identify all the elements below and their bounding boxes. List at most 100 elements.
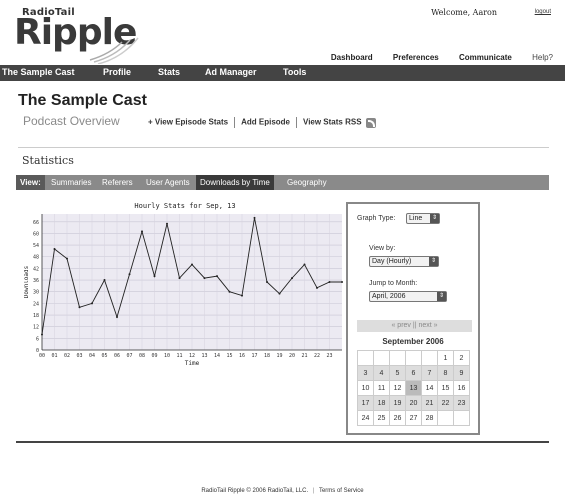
footer-company-link[interactable]: RadioTail, LLC.	[267, 488, 308, 494]
mainnav-sample-cast[interactable]: The Sample Cast	[2, 67, 75, 77]
x-axis-label: Time	[185, 360, 200, 367]
logo[interactable]: RadioTail Ripple	[14, 4, 139, 64]
topnav-dashboard[interactable]: Dashboard	[331, 53, 373, 62]
data-point	[291, 277, 293, 280]
y-axis-label: Downloads	[24, 265, 30, 298]
x-tick-label: 09	[151, 353, 157, 359]
data-point	[166, 222, 168, 225]
hourly-chart: Hourly Stats for Sep, 13 0 6 12 18 24 30 36 42 4…	[24, 202, 346, 372]
x-tick-label: 10	[164, 353, 170, 359]
x-tick-label: 17	[251, 353, 257, 359]
calendar-day[interactable]: 3	[357, 365, 374, 381]
tab-downloads-by-time[interactable]: Downloads by Time	[196, 175, 274, 190]
calendar-week: 24 25 26 27 28	[357, 410, 470, 426]
view-by-label: View by:	[369, 245, 396, 252]
chart-svg: 061218243036424854606600 01 02 03 04 05 06 07 08…	[24, 214, 343, 367]
view-stats-rss-link[interactable]: View Stats RSS	[303, 118, 362, 127]
section-title: Statistics	[22, 154, 74, 167]
page-links: + View Episode Stats Add Episode View Stat…	[148, 117, 376, 128]
calendar-day[interactable]: 2	[453, 350, 470, 366]
calendar-day[interactable]: 22	[437, 395, 454, 411]
divider	[296, 117, 297, 128]
rss-icon[interactable]	[365, 117, 376, 128]
calendar-day[interactable]: 20	[405, 395, 422, 411]
calendar-empty-cell	[421, 350, 438, 366]
calendar-day[interactable]: 24	[357, 410, 374, 426]
calendar-day[interactable]: 13	[405, 380, 422, 396]
data-point	[303, 263, 306, 266]
calendar-day[interactable]: 14	[421, 380, 438, 396]
view-by-select[interactable]: Day (Hourly)	[369, 256, 439, 267]
calendar-week: 12	[357, 350, 470, 366]
view-episode-stats-link[interactable]: + View Episode Stats	[148, 118, 228, 127]
calendar-day[interactable]: 18	[373, 395, 390, 411]
x-tick-label: 08	[139, 353, 145, 359]
data-point	[266, 281, 268, 283]
footer-copyright: RadioTail Ripple © 2006	[201, 488, 266, 494]
calendar-empty-cell	[453, 410, 470, 426]
calendar-empty-cell	[437, 410, 454, 426]
calendar-day[interactable]: 8	[437, 365, 454, 381]
calendar-day[interactable]: 11	[373, 380, 390, 396]
x-tick-label: 22	[314, 353, 320, 359]
topnav-preferences[interactable]: Preferences	[393, 53, 439, 62]
top-nav: Dashboard Preferences Communicate Help?	[313, 53, 553, 62]
x-tick-label: 02	[64, 353, 70, 359]
calendar-day[interactable]: 6	[405, 365, 422, 381]
calendar-day[interactable]: 15	[437, 380, 454, 396]
jump-to-month-label: Jump to Month:	[369, 280, 418, 287]
y-tick-label: 60	[33, 231, 39, 237]
divider	[18, 147, 549, 148]
x-tick-label: 19	[276, 353, 282, 359]
prev-next-nav[interactable]: « prev || next »	[357, 320, 472, 332]
topnav-help[interactable]: Help?	[532, 53, 553, 62]
x-tick-label: 21	[301, 353, 307, 359]
calendar-day[interactable]: 27	[405, 410, 422, 426]
calendar-month-title: September 2006	[382, 337, 444, 346]
data-point	[153, 275, 156, 278]
mainnav-profile[interactable]: Profile	[103, 67, 131, 77]
mainnav-ad-manager[interactable]: Ad Manager	[205, 67, 257, 77]
calendar-day[interactable]: 17	[357, 395, 374, 411]
calendar-day[interactable]: 4	[373, 365, 390, 381]
logout-link[interactable]: logout	[535, 9, 551, 15]
divider	[16, 441, 549, 443]
y-tick-label: 24	[33, 301, 39, 307]
calendar-day[interactable]: 1	[437, 350, 454, 366]
calendar-day[interactable]: 9	[453, 365, 470, 381]
calendar-day[interactable]: 25	[373, 410, 390, 426]
tab-user-agents[interactable]: User Agents	[142, 175, 194, 190]
tab-referers[interactable]: Referers	[98, 175, 137, 190]
data-point	[191, 263, 193, 266]
data-point	[216, 275, 218, 278]
divider	[234, 117, 236, 128]
graph-type-select[interactable]: Line	[406, 213, 440, 224]
mainnav-tools[interactable]: Tools	[283, 67, 306, 77]
add-episode-link[interactable]: Add Episode	[241, 118, 290, 127]
calendar-empty-cell	[373, 350, 390, 366]
calendar: 1 2 3 4 5 6 7 8 9 10 11 12 13 14 15 16 17 18 19 20 21 22 23 24 2…	[357, 350, 470, 426]
calendar-day[interactable]: 19	[389, 395, 406, 411]
graph-type-label: Graph Type:	[357, 215, 396, 222]
calendar-day[interactable]: 26	[389, 410, 406, 426]
calendar-week: 3456789	[357, 365, 470, 381]
y-tick-label: 42	[33, 266, 39, 272]
x-tick-label: 06	[114, 353, 120, 359]
calendar-day[interactable]: 28	[421, 410, 438, 426]
calendar-day[interactable]: 21	[421, 395, 438, 411]
calendar-day[interactable]: 10	[357, 380, 374, 396]
footer: RadioTail Ripple © 2006 RadioTail, LLC. …	[0, 488, 565, 494]
tab-summaries[interactable]: Summaries	[47, 175, 95, 190]
topnav-communicate[interactable]: Communicate	[459, 53, 512, 62]
calendar-day[interactable]: 7	[421, 365, 438, 381]
y-tick-label: 30	[33, 290, 39, 296]
calendar-day[interactable]: 12	[389, 380, 406, 396]
mainnav-stats[interactable]: Stats	[158, 67, 180, 77]
calendar-day[interactable]: 5	[389, 365, 406, 381]
tab-geography[interactable]: Geography	[283, 175, 331, 190]
footer-terms-link[interactable]: Terms of Service	[319, 488, 364, 494]
calendar-day[interactable]: 16	[453, 380, 470, 396]
x-tick-label: 13	[201, 353, 207, 359]
jump-to-month-select[interactable]: April, 2006	[369, 291, 447, 302]
calendar-day[interactable]: 23	[453, 395, 470, 411]
